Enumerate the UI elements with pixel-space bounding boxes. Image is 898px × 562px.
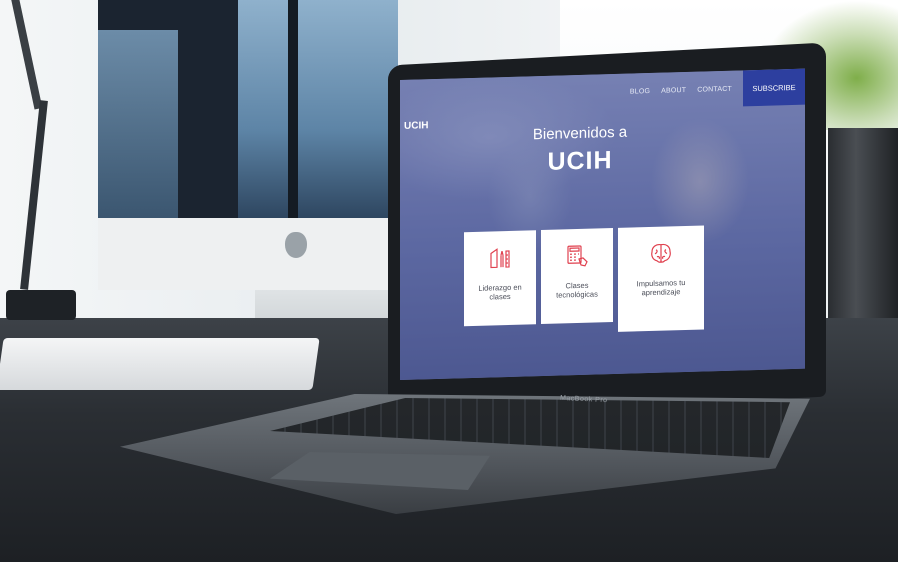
brain-icon bbox=[651, 243, 671, 263]
lamp-rod-lower bbox=[20, 100, 48, 290]
nav-link-contact[interactable]: CONTACT bbox=[697, 85, 732, 93]
apple-logo-icon bbox=[285, 232, 307, 258]
subscribe-button[interactable]: SUBSCRIBE bbox=[743, 68, 805, 107]
imac-screen-window-left bbox=[98, 30, 178, 218]
feature-card-label: Impulsamos tu aprendizaje bbox=[636, 278, 686, 298]
imac-monitor bbox=[98, 0, 398, 290]
feature-card-label: Clases tecnológicas bbox=[556, 280, 598, 301]
feature-cards: Liderazgo en clases Clases tecnológicas … bbox=[464, 225, 704, 337]
feature-card-leadership[interactable]: Liderazgo en clases bbox=[464, 230, 536, 327]
nav-link-about[interactable]: ABOUT bbox=[661, 87, 686, 95]
imac-screen bbox=[98, 0, 398, 218]
top-nav: BLOG ABOUT CONTACT SUBSCRIBE bbox=[630, 68, 805, 110]
nav-link-blog[interactable]: BLOG bbox=[630, 88, 650, 96]
desk-lamp bbox=[0, 0, 60, 330]
imac-screen-window-right bbox=[238, 0, 398, 218]
feature-card-learning[interactable]: Impulsamos tu aprendizaje bbox=[618, 225, 704, 332]
keyboard bbox=[0, 338, 320, 390]
feature-card-technology[interactable]: Clases tecnológicas bbox=[541, 228, 613, 325]
lamp-rod-upper bbox=[9, 0, 43, 110]
imac-screen-mullion bbox=[288, 0, 298, 218]
laptop-screen-website: BLOG ABOUT CONTACT SUBSCRIBE UCIH Bienve… bbox=[400, 68, 805, 381]
lamp-base bbox=[6, 290, 76, 320]
pencil-ruler-icon bbox=[490, 248, 510, 269]
hero-overlay bbox=[400, 68, 805, 381]
calculator-hand-icon bbox=[567, 245, 588, 267]
imac-chin bbox=[98, 218, 398, 290]
feature-card-label: Liderazgo en clases bbox=[478, 282, 522, 302]
